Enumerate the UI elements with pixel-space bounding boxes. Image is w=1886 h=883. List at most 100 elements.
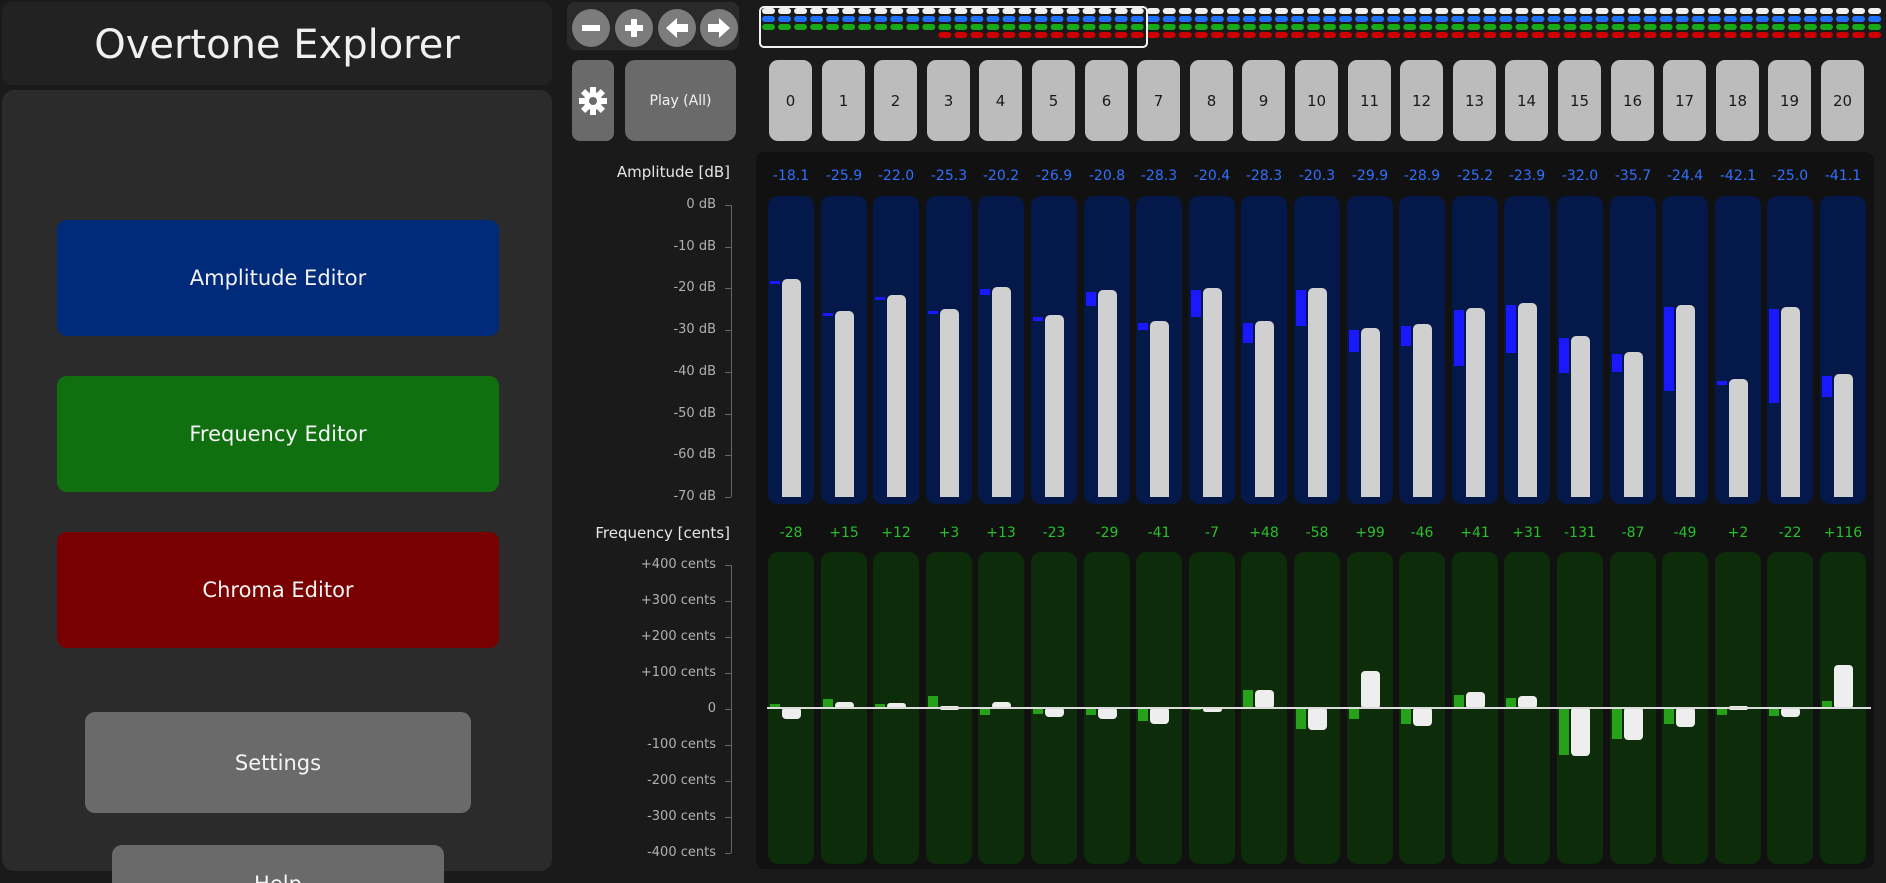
partial-11-button[interactable]: 11	[1348, 60, 1391, 141]
frequency-slider-bar[interactable]	[1834, 665, 1853, 709]
amplitude-slider-bar[interactable]	[1676, 304, 1695, 497]
overview-pill	[778, 16, 792, 22]
frequency-reference-mark	[980, 708, 990, 716]
frequency-slider-bar[interactable]	[1413, 707, 1432, 726]
partial-8-button[interactable]: 8	[1190, 60, 1233, 141]
arrow-right-icon[interactable]	[700, 9, 738, 47]
overview-pill	[1723, 32, 1737, 38]
amplitude-value: -35.7	[1614, 168, 1652, 184]
plus-icon[interactable]	[615, 9, 653, 47]
overview-pill	[1852, 32, 1866, 38]
frequency-editor-button[interactable]: Frequency Editor	[57, 376, 499, 492]
amplitude-slider-bar[interactable]	[940, 308, 959, 497]
amplitude-slider-bar[interactable]	[1413, 323, 1432, 497]
overview-pill	[842, 24, 856, 30]
frequency-slider-bar[interactable]	[1361, 671, 1380, 709]
overview-pill	[1130, 16, 1144, 22]
overview-pill	[1739, 8, 1753, 14]
partial-2-button[interactable]: 2	[874, 60, 917, 141]
partial-17-button[interactable]: 17	[1663, 60, 1706, 141]
partial-7-button[interactable]: 7	[1137, 60, 1180, 141]
frequency-slider-bar[interactable]	[1571, 707, 1590, 757]
amplitude-slider-bar[interactable]	[835, 311, 854, 497]
arrow-left-icon[interactable]	[658, 9, 696, 47]
partial-19-button[interactable]: 19	[1768, 60, 1811, 141]
frequency-axis-line	[731, 565, 732, 853]
partial-15-button[interactable]: 15	[1558, 60, 1601, 141]
help-button[interactable]: Help	[112, 845, 444, 883]
frequency-slider-bar[interactable]	[1676, 707, 1695, 727]
partial-12-button[interactable]: 12	[1400, 60, 1443, 141]
amplitude-slider-bar[interactable]	[1466, 308, 1485, 497]
partial-14-button[interactable]: 14	[1505, 60, 1548, 141]
partial-16-button[interactable]: 16	[1611, 60, 1654, 141]
overview-pill	[1787, 32, 1801, 38]
partial-3-button[interactable]: 3	[927, 60, 970, 141]
frequency-value: +2	[1727, 525, 1749, 541]
amplitude-slider-bar[interactable]	[1255, 321, 1274, 497]
frequency-slider-bar[interactable]	[1150, 707, 1169, 724]
overview-pill	[1563, 24, 1577, 30]
amplitude-slider-bar[interactable]	[782, 278, 801, 497]
chroma-editor-button[interactable]: Chroma Editor	[57, 532, 499, 648]
overview-pill	[1034, 8, 1048, 14]
overview-pill	[1723, 24, 1737, 30]
frequency-slider-bar[interactable]	[1624, 707, 1643, 741]
gear-icon[interactable]	[572, 60, 614, 141]
overview-pill	[1339, 32, 1353, 38]
overview-pill	[1595, 24, 1609, 30]
overview-pill	[1114, 8, 1128, 14]
partial-5-button[interactable]: 5	[1032, 60, 1075, 141]
amplitude-reference-mark	[770, 280, 780, 284]
amplitude-slider-bar[interactable]	[1834, 374, 1853, 497]
overview-pill	[1739, 24, 1753, 30]
amplitude-slider-bar[interactable]	[1781, 307, 1800, 497]
partial-10-button[interactable]: 10	[1295, 60, 1338, 141]
amplitude-slider-bar[interactable]	[1308, 287, 1327, 497]
frequency-value: -87	[1621, 525, 1645, 541]
amplitude-slider-bar[interactable]	[1729, 378, 1748, 497]
overview-pill	[1371, 32, 1385, 38]
amplitude-slider-bar[interactable]	[1624, 351, 1643, 497]
overview-pill	[1323, 32, 1337, 38]
settings-button[interactable]: Settings	[85, 712, 471, 813]
amplitude-slider-bar[interactable]	[1571, 336, 1590, 497]
partial-9-button[interactable]: 9	[1242, 60, 1285, 141]
overview-pill	[1868, 16, 1881, 22]
partials-overview-strip[interactable]	[758, 4, 1881, 48]
amplitude-reference-mark	[875, 296, 885, 300]
partial-20-button[interactable]: 20	[1821, 60, 1864, 141]
overview-pill	[1194, 24, 1208, 30]
amplitude-value: -23.9	[1508, 168, 1546, 184]
partial-18-button[interactable]: 18	[1716, 60, 1759, 141]
overview-pill	[1595, 32, 1609, 38]
amplitude-slider-bar[interactable]	[1361, 327, 1380, 497]
overview-pill	[1771, 8, 1785, 14]
overview-pill	[1130, 32, 1144, 38]
overview-pill	[1675, 8, 1689, 14]
frequency-slider-bar[interactable]	[1308, 707, 1327, 730]
amplitude-slider-bar[interactable]	[1045, 315, 1064, 497]
overview-pill	[1355, 32, 1369, 38]
partial-1-button[interactable]: 1	[822, 60, 865, 141]
overview-pill	[1852, 16, 1866, 22]
overview-pill	[1194, 8, 1208, 14]
minus-icon[interactable]	[572, 9, 610, 47]
overview-pill	[1771, 16, 1785, 22]
overview-pill	[1499, 16, 1513, 22]
play-all-button[interactable]: Play (All)	[625, 60, 736, 141]
partial-13-button[interactable]: 13	[1453, 60, 1496, 141]
amplitude-slider-bar[interactable]	[1098, 289, 1117, 497]
amplitude-slider-bar[interactable]	[992, 287, 1011, 497]
partial-6-button[interactable]: 6	[1085, 60, 1128, 141]
amplitude-editor-button[interactable]: Amplitude Editor	[57, 220, 499, 336]
overview-pill	[1226, 16, 1240, 22]
amplitude-tick-label: -50 dB	[673, 405, 716, 421]
overview-pill	[1499, 8, 1513, 14]
partial-4-button[interactable]: 4	[979, 60, 1022, 141]
amplitude-slider-bar[interactable]	[1518, 302, 1537, 497]
partial-0-button[interactable]: 0	[769, 60, 812, 141]
amplitude-slider-bar[interactable]	[887, 294, 906, 497]
amplitude-slider-bar[interactable]	[1203, 288, 1222, 497]
amplitude-slider-bar[interactable]	[1150, 321, 1169, 497]
